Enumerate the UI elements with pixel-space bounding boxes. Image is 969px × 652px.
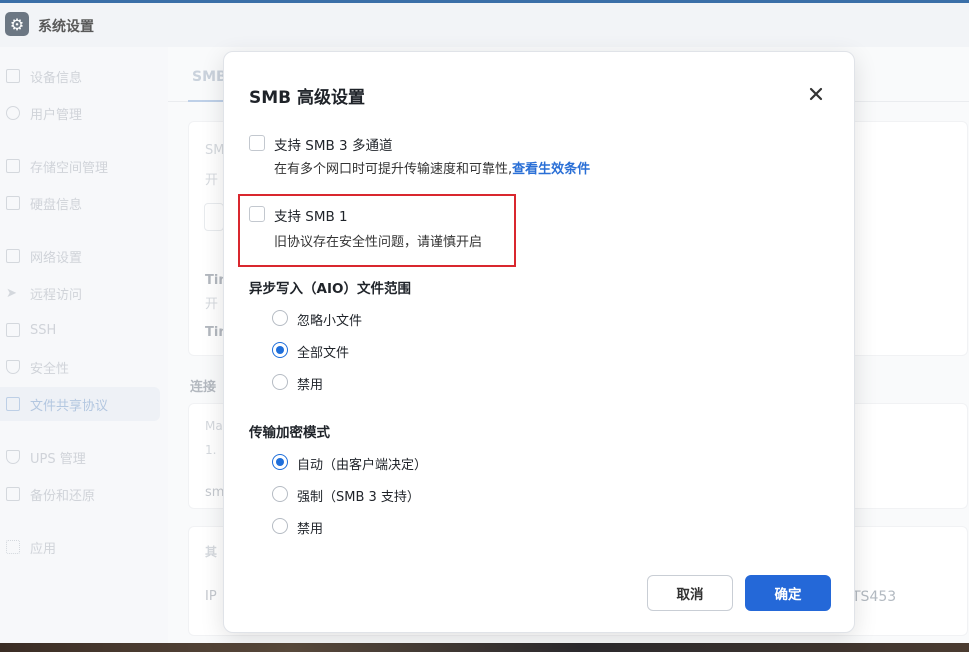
aio-option-ignore-small[interactable]: [272, 310, 288, 326]
close-icon[interactable]: [804, 82, 828, 106]
aio-option-label: 全部文件: [297, 346, 350, 361]
desktop-wallpaper: [0, 643, 969, 652]
dialog-title: SMB 高级设置: [249, 88, 366, 108]
aio-option-label: 忽略小文件: [297, 314, 363, 329]
aio-option-all-files[interactable]: [272, 342, 288, 358]
cancel-button[interactable]: 取消: [647, 575, 733, 611]
aio-section-title: 异步写入（AIO）文件范围: [249, 281, 411, 297]
smb3-multichannel-desc-text: 在有多个网口时可提升传输速度和可靠性,: [274, 162, 513, 177]
encryption-section-title: 传输加密模式: [249, 425, 330, 441]
smb1-warning-desc: 旧协议存在安全性问题，请谨慎开启: [274, 235, 483, 250]
encryption-option-auto[interactable]: [272, 454, 288, 470]
encryption-option-label: 强制（SMB 3 支持）: [297, 490, 420, 505]
encryption-option-disabled[interactable]: [272, 518, 288, 534]
aio-option-label: 禁用: [297, 378, 324, 393]
encryption-option-label: 禁用: [297, 522, 324, 537]
confirm-button[interactable]: 确定: [745, 575, 831, 611]
encryption-option-forced[interactable]: [272, 486, 288, 502]
smb3-multichannel-checkbox[interactable]: [249, 135, 265, 151]
smb3-multichannel-desc: 在有多个网口时可提升传输速度和可靠性,查看生效条件: [274, 158, 590, 177]
smb1-checkbox[interactable]: [249, 206, 265, 222]
smb-advanced-dialog: SMB 高级设置 支持 SMB 3 多通道 在有多个网口时可提升传输速度和可靠性…: [223, 51, 855, 633]
smb3-multichannel-label: 支持 SMB 3 多通道: [274, 138, 393, 154]
aio-option-disabled[interactable]: [272, 374, 288, 390]
view-conditions-link[interactable]: 查看生效条件: [512, 162, 590, 177]
encryption-option-label: 自动（由客户端决定）: [297, 458, 428, 473]
smb1-label: 支持 SMB 1: [274, 209, 348, 225]
